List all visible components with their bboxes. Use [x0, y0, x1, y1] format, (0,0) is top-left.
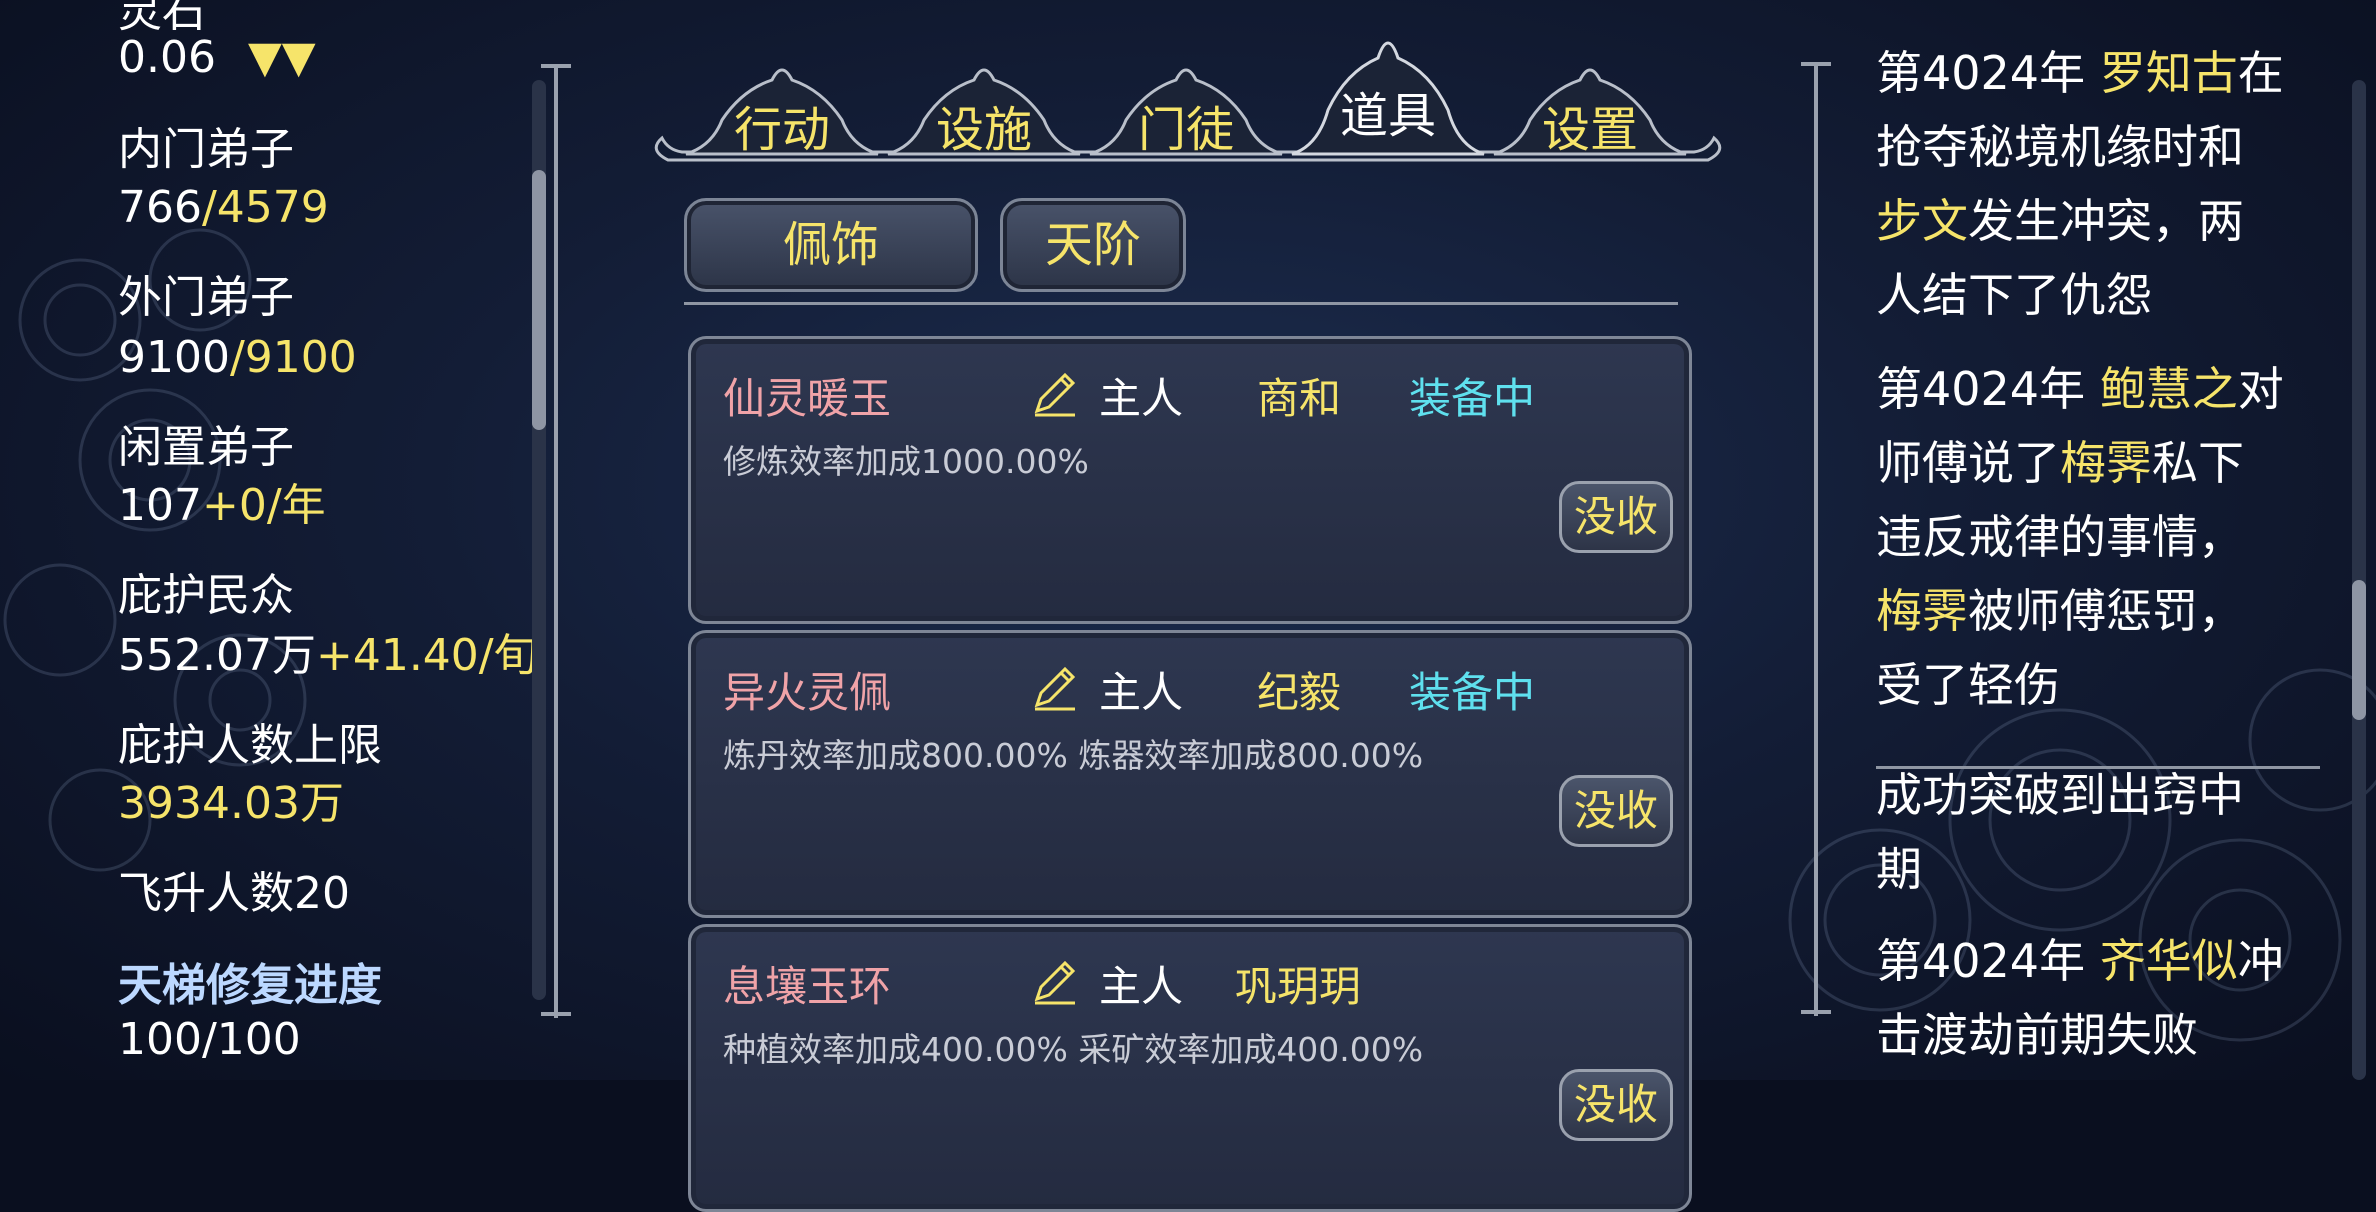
tab-disciples[interactable]: 门徒	[1086, 50, 1286, 160]
log-text: 冲	[2237, 934, 2284, 988]
log-person[interactable]: 鲍慧之	[2100, 362, 2238, 416]
confiscate-button[interactable]: 没收	[1559, 481, 1673, 553]
event-log-entry: 第4024年 齐华似冲 击渡劫前期失败	[1876, 924, 2316, 1072]
item-name: 息壤玉环	[723, 962, 892, 1011]
sect-stats-panel: 灵石 0.06 ▼▼ 内门弟子 766/4579 外门弟子 9100/9100 …	[0, 0, 540, 1080]
item-effect: 修炼效率加成1000.00%	[723, 442, 1089, 481]
log-person[interactable]: 梅霁	[2060, 436, 2152, 490]
inner-disciples-row: 766/4579	[118, 178, 329, 238]
log-person[interactable]: 齐华似	[2100, 934, 2238, 988]
log-person[interactable]: 步文	[1876, 194, 1968, 248]
ascended-count: 飞升人数20	[118, 868, 350, 919]
left-rail-cap-top	[541, 64, 571, 68]
outer-disciples-current: 9100	[118, 332, 230, 383]
right-rail-cap-top	[1801, 62, 1831, 66]
log-text: 受了轻伤	[1876, 658, 2060, 712]
log-text: 违反戒律的事情，	[1876, 510, 2244, 564]
log-date: 第4024年	[1876, 362, 2100, 416]
log-text: 抢夺秘境机缘时和	[1876, 120, 2244, 174]
log-text: 击渡劫前期失败	[1876, 1008, 2198, 1062]
protection-limit-value: 3934.03万	[118, 778, 344, 829]
tab-items-active[interactable]: 道具	[1288, 10, 1488, 160]
subtab-heaven-rank[interactable]: 天阶	[1000, 198, 1186, 292]
item-effect: 种植效率加成400.00% 采矿效率加成400.00%	[723, 1030, 1424, 1069]
ladder-repair-label: 天梯修复进度	[118, 960, 382, 1011]
left-panel-scrollbar[interactable]	[532, 80, 546, 1000]
confiscate-button[interactable]: 没收	[1559, 775, 1673, 847]
log-text: 师傅说了	[1876, 436, 2060, 490]
log-text: 被师傅惩罚，	[1968, 584, 2244, 638]
equipped-status: 装备中	[1409, 374, 1536, 423]
owner-label: 主人	[1099, 962, 1184, 1011]
inner-disciples-current: 766	[118, 182, 202, 233]
decrease-arrows-icon: ▼▼	[247, 32, 316, 83]
owner-label: 主人	[1099, 374, 1184, 423]
item-name: 异火灵佩	[723, 668, 892, 717]
protected-people-row: 552.07万+41.40/旬	[118, 626, 538, 686]
equipped-status: 装备中	[1409, 668, 1536, 717]
outer-disciples-max: /9100	[229, 332, 357, 383]
tab-facilities[interactable]: 设施	[884, 50, 1084, 160]
event-log-entry: 成功突破到出窍中 期	[1876, 758, 2316, 906]
owner-name[interactable]: 纪毅	[1257, 659, 1341, 720]
edit-pencil-icon[interactable]	[1029, 661, 1081, 713]
log-text: 对	[2237, 362, 2284, 416]
idle-disciples-current: 107	[118, 480, 202, 531]
tab-facilities-label: 设施	[935, 102, 1032, 158]
item-effect: 炼丹效率加成800.00% 炼器效率加成800.00%	[723, 736, 1424, 775]
log-text: 私下	[2152, 436, 2244, 490]
owner-name[interactable]: 巩玥玥	[1235, 953, 1361, 1014]
protected-people-rate: +41.40/旬	[315, 630, 538, 681]
outer-disciples-label: 外门弟子	[118, 272, 294, 323]
protected-people-label: 庇护民众	[118, 570, 294, 621]
left-rail-cap-bottom	[541, 1012, 571, 1016]
edit-pencil-icon[interactable]	[1029, 955, 1081, 1007]
spirit-stone-row: 0.06 ▼▼	[118, 28, 316, 88]
item-card: 息壤玉环 主人 巩玥玥 种植效率加成400.00% 采矿效率加成400.00% …	[688, 924, 1692, 1212]
owner-label: 主人	[1099, 668, 1184, 717]
idle-disciples-label: 闲置弟子	[118, 422, 294, 473]
item-card: 异火灵佩 主人 纪毅 装备中 炼丹效率加成800.00% 炼器效率加成800.0…	[688, 630, 1692, 918]
protection-limit-label: 庇护人数上限	[118, 720, 382, 771]
left-divider-rail	[554, 66, 558, 1018]
event-log-entry: 第4024年 罗知古在 抢夺秘境机缘时和 步文发生冲突，两 人结下了仇怨	[1876, 36, 2316, 332]
log-date: 第4024年	[1876, 934, 2100, 988]
log-text: 人结下了仇怨	[1876, 268, 2152, 322]
tab-settings-label: 设置	[1541, 102, 1638, 158]
log-date: 第4024年	[1876, 46, 2100, 100]
inner-disciples-label: 内门弟子	[118, 124, 294, 175]
subtab-accessory[interactable]: 佩饰	[684, 198, 978, 292]
idle-disciples-rate: +0/年	[201, 480, 326, 531]
tab-items-label: 道具	[1339, 88, 1436, 144]
left-panel-scroll-thumb[interactable]	[532, 170, 546, 430]
tab-settings[interactable]: 设置	[1490, 50, 1690, 160]
log-person[interactable]: 梅霁	[1876, 584, 1968, 638]
right-divider-rail	[1814, 64, 1818, 1016]
ladder-repair-value: 100/100	[118, 1014, 301, 1065]
outer-disciples-row: 9100/9100	[118, 328, 357, 388]
item-name: 仙灵暖玉	[723, 374, 892, 423]
owner-name[interactable]: 商和	[1257, 365, 1341, 426]
event-log-entry: 第4024年 鲍慧之对 师傅说了梅霁私下 违反戒律的事情， 梅霁被师傅惩罚， 受…	[1876, 352, 2316, 722]
tab-action-label: 行动	[733, 102, 830, 158]
right-rail-cap-bottom	[1801, 1010, 1831, 1014]
inner-disciples-max: /4579	[201, 182, 329, 233]
edit-pencil-icon[interactable]	[1029, 367, 1081, 419]
log-text: 在	[2237, 46, 2284, 100]
tab-action[interactable]: 行动	[682, 50, 882, 160]
subtab-divider	[684, 302, 1678, 305]
log-person[interactable]: 罗知古	[2100, 46, 2238, 100]
spirit-stone-value: 0.06	[118, 32, 216, 83]
log-text: 期	[1876, 842, 1922, 896]
event-log-scrollbar[interactable]	[2352, 80, 2366, 1080]
protected-people-value: 552.07万	[118, 630, 316, 681]
event-log-scroll-thumb[interactable]	[2352, 580, 2366, 720]
idle-disciples-row: 107+0/年	[118, 476, 326, 536]
log-text: 成功突破到出窍中	[1876, 768, 2244, 822]
tab-disciples-label: 门徒	[1137, 102, 1234, 158]
log-text: 发生冲突，两	[1968, 194, 2244, 248]
item-card: 仙灵暖玉 主人 商和 装备中 修炼效率加成1000.00% 没收	[688, 336, 1692, 624]
